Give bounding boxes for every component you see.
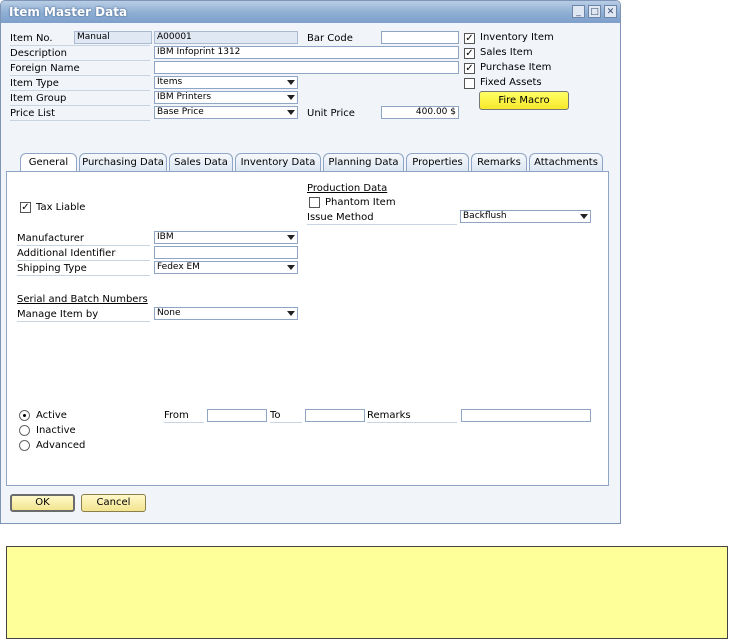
- active-radio[interactable]: [19, 410, 30, 421]
- chevron-down-icon: [287, 80, 295, 85]
- production-data-heading: Production Data: [307, 183, 388, 194]
- foreign-name-label: Foreign Name: [10, 63, 80, 74]
- chevron-down-icon: [287, 235, 295, 240]
- note-area: [6, 546, 728, 639]
- tax-liable-checkbox[interactable]: ✓: [20, 202, 31, 213]
- fixed-assets-checkbox[interactable]: [464, 78, 475, 89]
- remarks-label: Remarks: [367, 410, 411, 421]
- divider: [17, 321, 150, 322]
- cancel-button[interactable]: Cancel: [81, 494, 146, 512]
- chevron-down-icon: [287, 311, 295, 316]
- advanced-radio[interactable]: [19, 440, 30, 451]
- divider: [17, 260, 150, 261]
- inactive-label: Inactive: [36, 425, 76, 436]
- serial-batch-heading: Serial and Batch Numbers: [17, 294, 148, 305]
- from-date-field[interactable]: [207, 409, 267, 422]
- tab-sales-data[interactable]: Sales Data: [169, 153, 233, 172]
- to-label: To: [270, 410, 281, 421]
- inventory-item-checkbox[interactable]: ✓: [464, 33, 475, 44]
- fixed-assets-label: Fixed Assets: [480, 77, 542, 88]
- ok-button[interactable]: OK: [10, 494, 75, 512]
- item-type-label: Item Type: [10, 78, 59, 89]
- from-label: From: [164, 410, 189, 421]
- item-group-value: IBM Printers: [157, 92, 212, 102]
- advanced-label: Advanced: [36, 440, 86, 451]
- active-label: Active: [36, 410, 67, 421]
- tax-liable-label: Tax Liable: [36, 202, 86, 213]
- tab-purchasing-data[interactable]: Purchasing Data: [79, 153, 167, 172]
- manage-item-by-label: Manage Item by: [17, 309, 99, 320]
- tab-inventory-data[interactable]: Inventory Data: [235, 153, 321, 172]
- shipping-type-label: Shipping Type: [17, 263, 87, 274]
- price-list-select[interactable]: Base Price: [154, 106, 298, 119]
- sales-item-checkbox[interactable]: ✓: [464, 48, 475, 59]
- purchase-item-label: Purchase Item: [480, 62, 552, 73]
- item-type-select[interactable]: Items: [154, 76, 298, 89]
- divider: [10, 45, 150, 46]
- manufacturer-select[interactable]: IBM: [154, 231, 298, 244]
- tab-remarks[interactable]: Remarks: [471, 153, 527, 172]
- issue-method-select[interactable]: Backflush: [460, 210, 591, 223]
- item-no-field[interactable]: A00001: [154, 31, 298, 44]
- chevron-down-icon: [287, 95, 295, 100]
- issue-method-label: Issue Method: [307, 212, 374, 223]
- divider: [164, 422, 204, 423]
- window-title: Item Master Data: [9, 5, 128, 19]
- item-group-label: Item Group: [10, 93, 67, 104]
- unit-price-label: Unit Price: [307, 108, 355, 119]
- manufacturer-label: Manufacturer: [17, 233, 84, 244]
- status-remarks-field[interactable]: [461, 409, 591, 422]
- bar-code-field[interactable]: [381, 31, 459, 44]
- inventory-item-label: Inventory Item: [480, 32, 554, 43]
- chevron-down-icon: [287, 265, 295, 270]
- close-icon[interactable]: ✕: [604, 5, 617, 18]
- divider: [10, 90, 150, 91]
- description-field[interactable]: IBM Infoprint 1312: [154, 46, 459, 59]
- phantom-item-label: Phantom Item: [325, 197, 396, 208]
- item-group-select[interactable]: IBM Printers: [154, 91, 298, 104]
- additional-identifier-field[interactable]: [154, 246, 298, 259]
- unit-price-field[interactable]: 400.00 $: [381, 106, 459, 119]
- shipping-type-select[interactable]: Fedex EM: [154, 261, 298, 274]
- item-no-series-select[interactable]: Manual: [74, 31, 152, 44]
- divider: [17, 275, 150, 276]
- divider: [10, 120, 150, 121]
- tab-properties[interactable]: Properties: [406, 153, 469, 172]
- divider: [10, 60, 150, 61]
- divider: [10, 75, 150, 76]
- title-bar[interactable]: Item Master Data _ □ ✕: [1, 1, 620, 23]
- fire-macro-button[interactable]: Fire Macro: [479, 91, 569, 110]
- chevron-down-icon: [580, 214, 588, 219]
- sales-item-label: Sales Item: [480, 47, 533, 58]
- foreign-name-field[interactable]: [154, 61, 459, 74]
- issue-method-value: Backflush: [463, 211, 507, 221]
- inactive-radio[interactable]: [19, 425, 30, 436]
- price-list-value: Base Price: [157, 107, 204, 117]
- additional-identifier-label: Additional Identifier: [17, 248, 116, 259]
- shipping-type-value: Fedex EM: [157, 262, 200, 272]
- divider: [10, 105, 150, 106]
- phantom-item-checkbox[interactable]: [309, 197, 320, 208]
- item-no-label: Item No.: [10, 33, 53, 44]
- purchase-item-checkbox[interactable]: ✓: [464, 63, 475, 74]
- maximize-icon[interactable]: □: [588, 5, 601, 18]
- bar-code-label: Bar Code: [307, 33, 353, 44]
- manufacturer-value: IBM: [157, 232, 174, 242]
- divider: [270, 422, 302, 423]
- description-label: Description: [10, 48, 67, 59]
- radio-selected-dot: [23, 414, 26, 417]
- divider: [367, 422, 457, 423]
- manage-item-by-select[interactable]: None: [154, 307, 298, 320]
- to-date-field[interactable]: [305, 409, 365, 422]
- tab-general[interactable]: General: [20, 153, 77, 173]
- manage-item-by-value: None: [157, 308, 181, 318]
- minimize-icon[interactable]: _: [572, 5, 585, 18]
- chevron-down-icon: [287, 110, 295, 115]
- divider: [17, 245, 150, 246]
- divider: [307, 224, 457, 225]
- tab-attachments[interactable]: Attachments: [529, 153, 603, 172]
- item-type-value: Items: [157, 77, 183, 87]
- tab-planning-data[interactable]: Planning Data: [323, 153, 404, 172]
- price-list-label: Price List: [10, 108, 56, 119]
